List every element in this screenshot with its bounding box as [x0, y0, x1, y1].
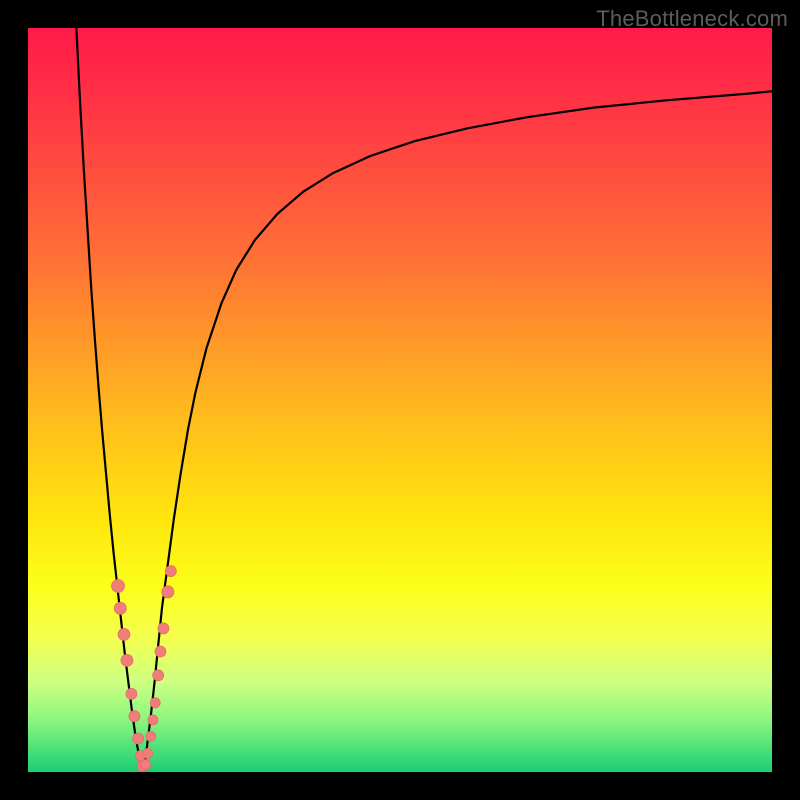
data-marker	[114, 602, 126, 614]
data-marker	[146, 731, 156, 741]
data-marker	[133, 733, 144, 744]
data-marker	[150, 698, 160, 708]
data-marker	[118, 628, 130, 640]
data-marker	[121, 654, 133, 666]
watermark-text: TheBottleneck.com	[596, 6, 788, 32]
data-marker	[126, 688, 137, 699]
data-marker	[148, 715, 158, 725]
data-marker	[141, 760, 151, 770]
gradient-bg	[28, 28, 772, 772]
data-marker	[165, 566, 176, 577]
chart-frame	[28, 28, 772, 772]
chart-svg	[28, 28, 772, 772]
data-marker	[129, 711, 140, 722]
data-marker	[158, 623, 169, 634]
data-marker	[162, 586, 174, 598]
data-marker	[155, 646, 166, 657]
data-marker	[112, 580, 125, 593]
data-marker	[143, 748, 153, 758]
data-marker	[153, 670, 164, 681]
